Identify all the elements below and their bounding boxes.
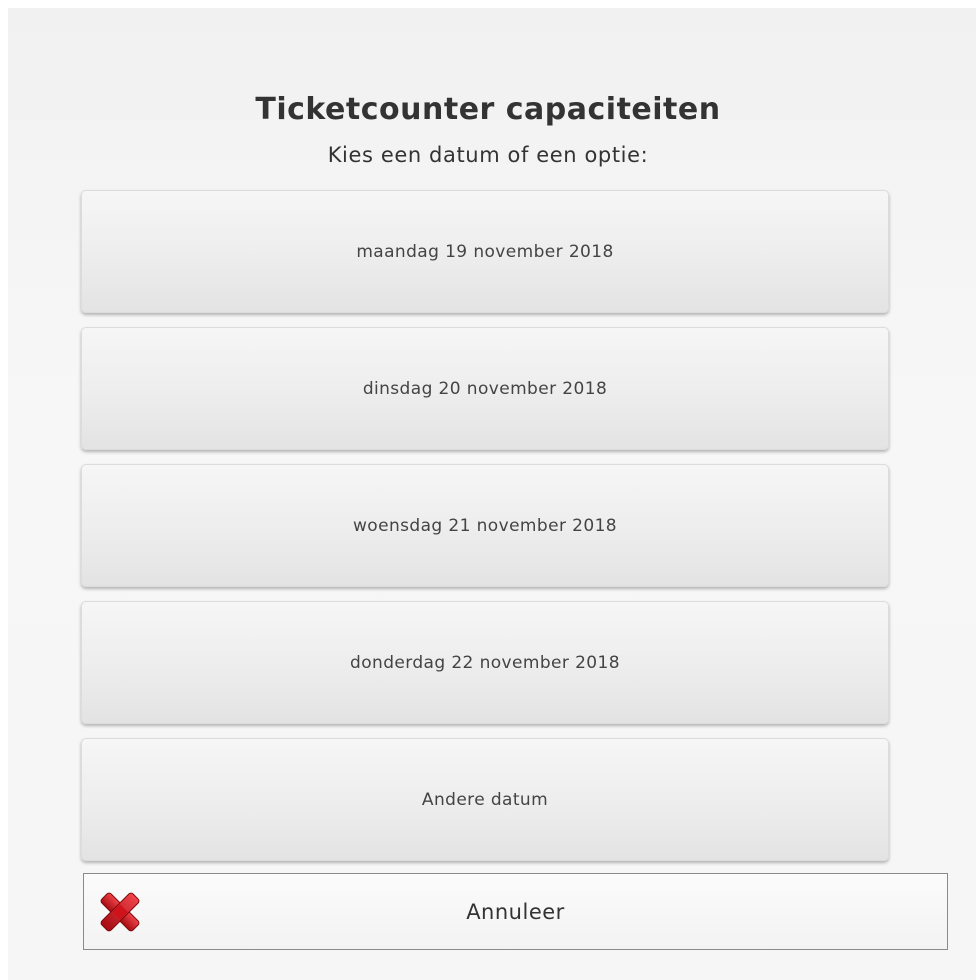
option-label: maandag 19 november 2018 <box>356 241 614 262</box>
option-button-wednesday[interactable]: woensdag 21 november 2018 <box>81 464 889 587</box>
option-button-thursday[interactable]: donderdag 22 november 2018 <box>81 601 889 724</box>
dialog-title: Ticketcounter capaciteiten <box>255 92 721 127</box>
option-button-tuesday[interactable]: dinsdag 20 november 2018 <box>81 327 889 450</box>
option-label: Andere datum <box>421 789 549 810</box>
option-label: donderdag 22 november 2018 <box>350 652 620 673</box>
close-icon <box>96 888 144 936</box>
option-list: maandag 19 november 2018 dinsdag 20 nove… <box>81 190 889 875</box>
cancel-label: Annuleer <box>466 899 565 924</box>
option-label: woensdag 21 november 2018 <box>353 515 617 536</box>
dialog-subtitle: Kies een datum of een optie: <box>327 143 649 167</box>
option-label: dinsdag 20 november 2018 <box>362 378 608 399</box>
option-button-monday[interactable]: maandag 19 november 2018 <box>81 190 889 313</box>
cancel-button[interactable]: Annuleer <box>83 873 948 950</box>
top-edge <box>0 0 976 8</box>
option-button-other-date[interactable]: Andere datum <box>81 738 889 861</box>
